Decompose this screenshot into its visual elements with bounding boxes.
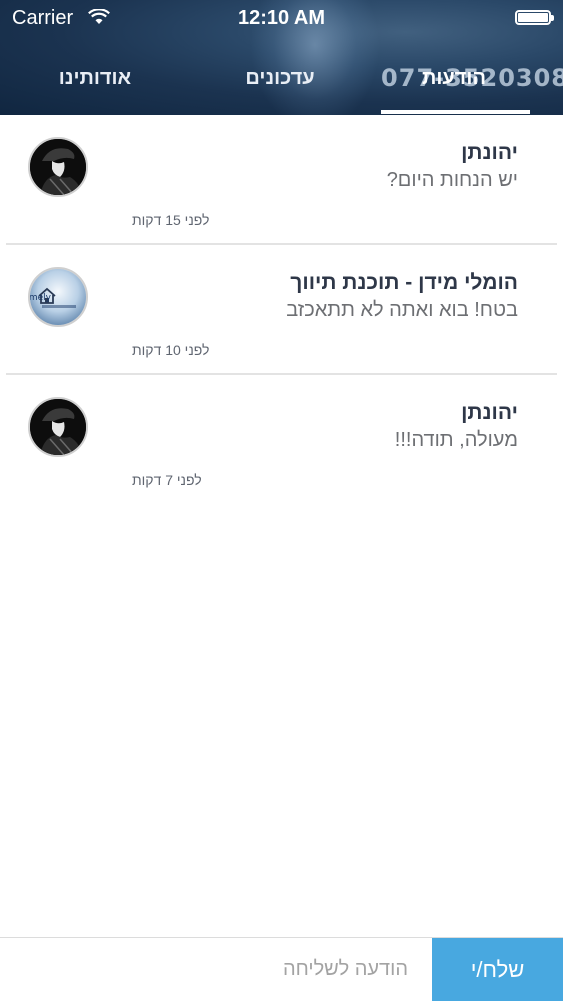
message-input[interactable] xyxy=(0,938,432,1001)
message-item[interactable]: יהונתן מעולה, תודה!!! לפני 7 דקות xyxy=(0,375,563,505)
tab-updates[interactable]: עדכונים xyxy=(225,64,335,104)
homely-logo-icon: homely xyxy=(28,267,88,327)
user-avatar-icon xyxy=(28,137,88,197)
message-text: מעולה, תודה!!! xyxy=(394,429,518,451)
tab-about[interactable]: אודותינו xyxy=(40,64,150,104)
message-time: לפני 10 דקות xyxy=(132,342,210,358)
status-bar: Carrier 12:10 AM xyxy=(0,0,563,36)
message-composer: שלח/י xyxy=(0,937,563,1001)
message-time: לפני 7 דקות xyxy=(132,472,202,488)
clock: 12:10 AM xyxy=(237,7,326,29)
tab-bar: אודותינו עדכונים הודעות xyxy=(0,58,563,115)
send-button[interactable]: שלח/י xyxy=(432,938,563,1001)
message-text: יש הנחות היום? xyxy=(386,169,518,191)
battery-icon xyxy=(515,10,554,25)
active-tab-indicator xyxy=(381,110,530,114)
message-item[interactable]: יהונתן יש הנחות היום? לפני 15 דקות xyxy=(0,115,563,245)
message-sender: יהונתן xyxy=(461,141,518,164)
message-sender: הומלי מידן - תוכנת תיווך xyxy=(290,271,518,294)
homely-logo-text: homely xyxy=(30,293,52,303)
message-time: לפני 15 דקות xyxy=(132,212,210,228)
app-header: 077-3520308 Carrier 12:10 AM אודותינו עד… xyxy=(0,0,563,115)
message-sender: יהונתן xyxy=(461,401,518,424)
message-list: יהונתן יש הנחות היום? לפני 15 דקות homel… xyxy=(0,115,563,505)
message-item[interactable]: homely הומלי מידן - תוכנת תיווך בטח! בוא… xyxy=(0,245,563,375)
tab-messages[interactable]: הודעות xyxy=(404,64,504,104)
message-text: בטח! בוא ואתה לא תתאכזב xyxy=(286,299,518,321)
user-avatar-icon xyxy=(28,397,88,457)
